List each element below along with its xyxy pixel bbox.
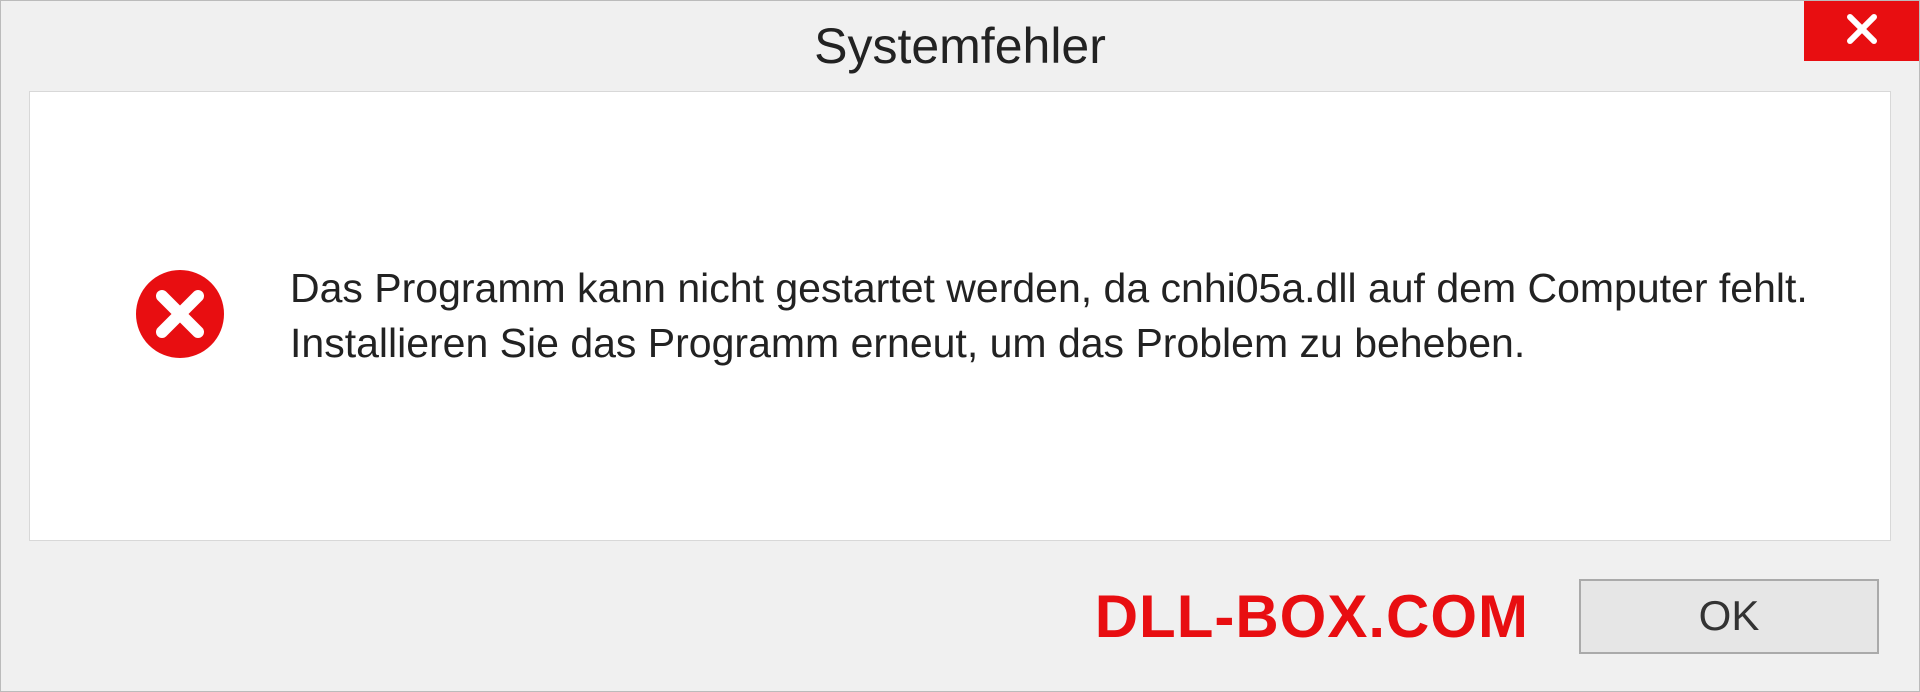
watermark-text: DLL-BOX.COM xyxy=(1095,582,1529,651)
dialog-content: Das Programm kann nicht gestartet werden… xyxy=(29,91,1891,541)
ok-button[interactable]: OK xyxy=(1579,579,1879,654)
dialog-title: Systemfehler xyxy=(814,17,1106,75)
titlebar: Systemfehler xyxy=(1,1,1919,91)
error-dialog: Systemfehler Das Programm kann nicht ges… xyxy=(0,0,1920,692)
dialog-message: Das Programm kann nicht gestartet werden… xyxy=(290,261,1830,372)
close-icon xyxy=(1844,11,1880,52)
dialog-footer: DLL-BOX.COM OK xyxy=(1,561,1919,691)
error-icon xyxy=(130,264,230,369)
close-button[interactable] xyxy=(1804,1,1919,61)
